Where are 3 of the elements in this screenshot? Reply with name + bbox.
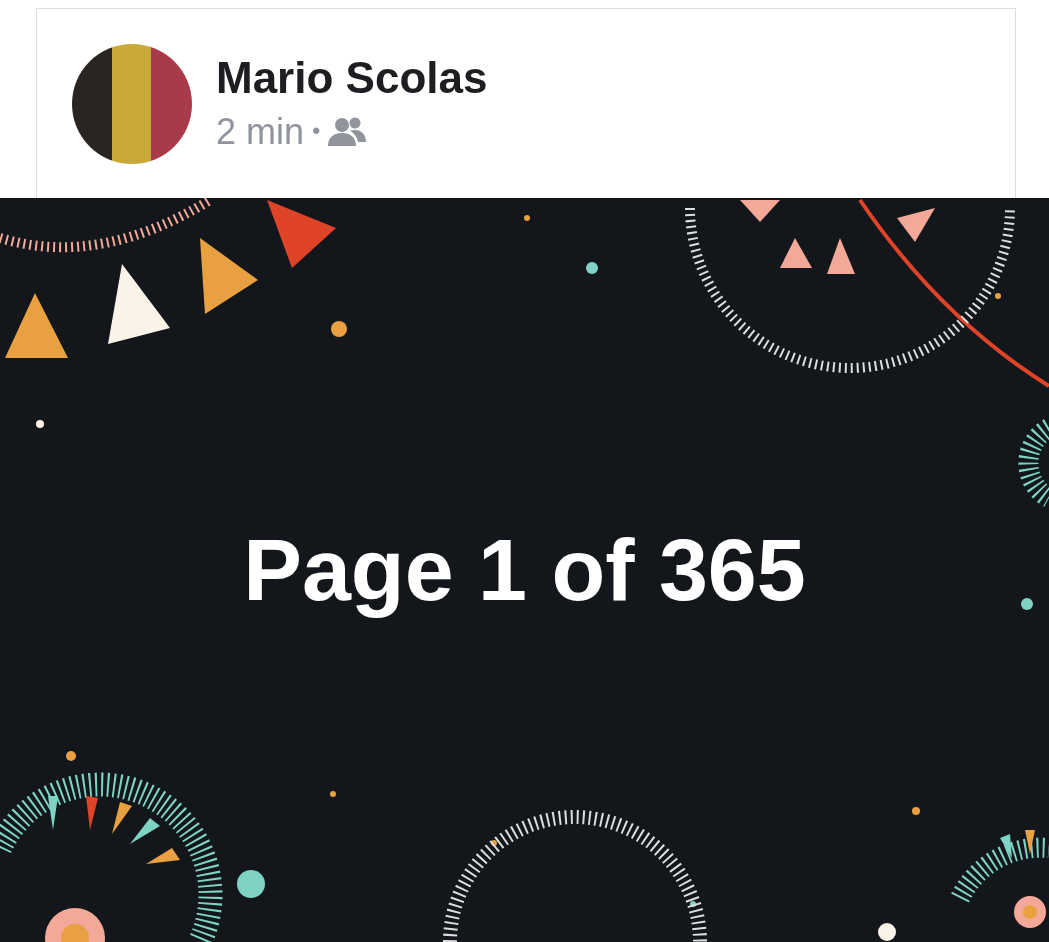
author-name[interactable]: Mario Scolas bbox=[216, 53, 488, 103]
separator: • bbox=[312, 117, 321, 147]
people-icon[interactable] bbox=[328, 116, 367, 147]
